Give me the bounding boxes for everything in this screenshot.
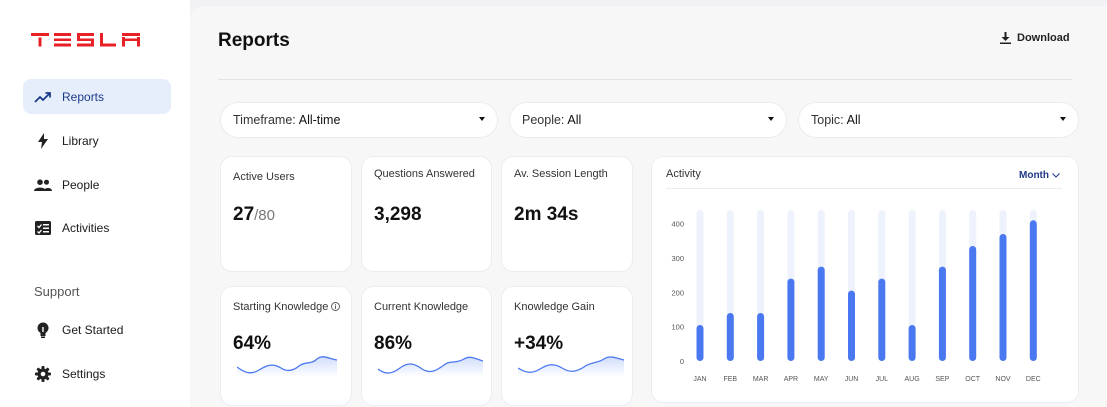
stat-label-text: Starting Knowledge: [233, 301, 329, 313]
activity-list-icon: [34, 219, 52, 237]
bar-oct[interactable]: [969, 246, 977, 361]
stat-value: 3,298: [374, 204, 422, 225]
activity-bar-chart: 0 100 200 300 400 JAN FEB MAR APR MAY JUN JUL AUG SEP…: [671, 210, 1041, 383]
trending-up-icon: [34, 88, 52, 106]
stat-value: +34%: [514, 333, 564, 354]
y-tick-label: 200: [671, 288, 684, 297]
stat-value: 27/80: [233, 204, 275, 226]
filter-value: All-time: [298, 113, 341, 127]
bar-apr[interactable]: [787, 278, 795, 361]
support-section-label: Support: [34, 284, 80, 299]
bolt-icon: [34, 132, 52, 150]
x-tick-label: JAN: [693, 376, 706, 383]
x-tick-label: SEP: [935, 376, 949, 383]
download-button[interactable]: Download: [1000, 32, 1070, 44]
sidebar-item-reports[interactable]: Reports: [23, 79, 171, 114]
filter-value: All: [567, 113, 582, 127]
y-tick-label: 400: [671, 220, 684, 229]
sidebar-item-label: Activities: [62, 220, 110, 235]
people-filter[interactable]: People: All: [509, 102, 787, 138]
y-tick-label: 300: [671, 254, 684, 263]
sparkline: [518, 356, 624, 377]
x-tick-label: OCT: [965, 376, 981, 383]
main-content: Reports Download Timeframe: All-time Peo…: [190, 6, 1107, 407]
y-tick-label: 100: [671, 323, 684, 332]
bar-feb[interactable]: [726, 312, 734, 361]
sparkline: [378, 356, 483, 377]
stat-value: 86%: [374, 333, 413, 354]
bar-aug[interactable]: [908, 324, 916, 361]
x-tick-label: DEC: [1026, 376, 1041, 383]
stat-value-suffix: /80: [254, 207, 275, 224]
x-tick-label: AUG: [905, 376, 920, 383]
stat-card-session-length: Av. Session Length 2m 34s: [501, 156, 633, 272]
x-tick-label: JUN: [845, 376, 859, 383]
sidebar-item-label: People: [62, 177, 100, 192]
x-tick-label: MAR: [753, 376, 769, 383]
stat-label: Av. Session Length: [514, 168, 608, 180]
download-label: Download: [1017, 32, 1070, 44]
bar-mar[interactable]: [757, 312, 765, 361]
filter-key: People:: [522, 113, 565, 127]
bar-dec[interactable]: [1029, 220, 1037, 361]
caret-down-icon: [768, 117, 774, 121]
sidebar-item-label: Get Started: [62, 322, 124, 337]
activity-chart-card: Activity Month 0 100 200 300 400 JAN FEB MAR APR…: [651, 156, 1079, 403]
stat-label: Questions Answered: [374, 168, 475, 180]
stat-label: Current Knowledge: [374, 301, 469, 313]
sidebar-item-label: Settings: [62, 366, 106, 381]
bar-jun[interactable]: [848, 290, 855, 361]
stat-value: 64%: [233, 333, 272, 354]
caret-down-icon: [1060, 117, 1066, 121]
sidebar-item-people[interactable]: People: [23, 167, 171, 202]
stat-label: Active Users: [233, 171, 295, 183]
gear-icon: [34, 365, 52, 383]
bar-sep[interactable]: [938, 266, 946, 361]
x-tick-label: FEB: [723, 376, 737, 383]
info-icon[interactable]: [331, 302, 341, 311]
bar-nov[interactable]: [999, 234, 1007, 361]
page-title: Reports: [218, 30, 290, 51]
filter-value: All: [846, 113, 861, 127]
stat-card-questions-answered: Questions Answered 3,298: [361, 156, 492, 272]
x-tick-label: NOV: [995, 376, 1011, 383]
topic-filter[interactable]: Topic: All: [798, 102, 1079, 138]
stat-card-active-users: Active Users 27/80: [220, 156, 352, 272]
stat-card-starting-knowledge: Starting Knowledge 64%: [220, 286, 352, 406]
stat-label: Starting Knowledge: [233, 301, 341, 313]
filter-key: Timeframe:: [233, 113, 296, 127]
sidebar-item-label: Library: [62, 133, 99, 148]
people-icon: [34, 176, 52, 194]
download-icon: [1000, 32, 1011, 44]
y-tick-label: 0: [680, 357, 684, 366]
bar-may[interactable]: [817, 266, 825, 361]
bar-jan[interactable]: [696, 324, 704, 361]
tesla-logo[interactable]: [31, 31, 141, 47]
timeframe-filter[interactable]: Timeframe: All-time: [220, 102, 498, 138]
stat-label: Knowledge Gain: [514, 301, 595, 313]
stat-value: 2m 34s: [514, 204, 579, 225]
sidebar: Reports Library People Activities Suppor…: [0, 0, 190, 407]
x-tick-label: JUL: [876, 376, 889, 383]
stat-value-main: 27: [233, 204, 255, 225]
caret-down-icon: [479, 117, 485, 121]
header-divider: [218, 79, 1072, 80]
stat-card-current-knowledge: Current Knowledge 86%: [361, 286, 492, 406]
sidebar-item-label: Reports: [62, 89, 105, 104]
lightbulb-icon: [34, 321, 52, 339]
x-tick-label: MAY: [814, 376, 829, 383]
stat-card-knowledge-gain: Knowledge Gain +34%: [501, 286, 633, 406]
sidebar-item-settings[interactable]: Settings: [23, 356, 171, 391]
sidebar-item-activities[interactable]: Activities: [23, 210, 171, 245]
bar-jul[interactable]: [878, 278, 886, 361]
sidebar-item-get-started[interactable]: Get Started: [23, 312, 171, 347]
sidebar-item-library[interactable]: Library: [23, 123, 171, 158]
filter-key: Topic:: [811, 113, 844, 127]
sparkline: [237, 356, 337, 377]
x-tick-label: APR: [784, 376, 798, 383]
